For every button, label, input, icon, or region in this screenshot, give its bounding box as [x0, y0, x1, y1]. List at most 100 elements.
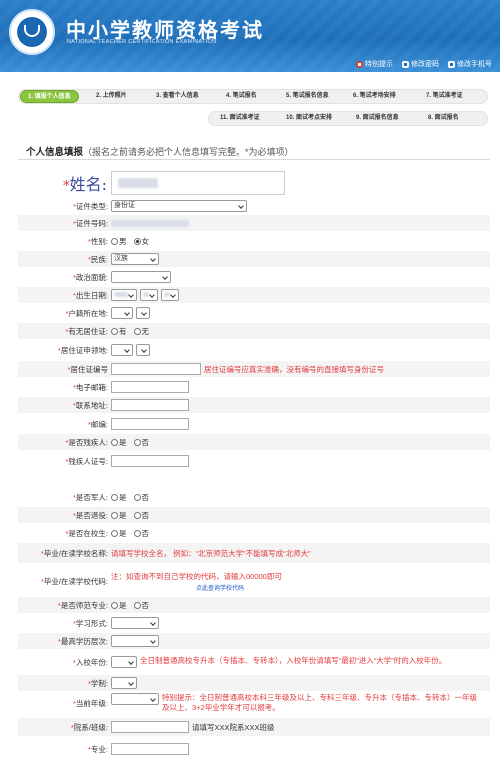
address-field[interactable]	[111, 399, 189, 411]
political-label-text: 政治面貌:	[75, 272, 108, 282]
radio-circle	[133, 327, 141, 335]
address-label: *联系地址:	[18, 400, 111, 411]
residence-permit-label-text: 有无居住证:	[68, 326, 108, 336]
radio-circle-checked	[133, 237, 141, 245]
birth-year-select[interactable]	[111, 289, 137, 301]
study-form-select[interactable]	[111, 617, 159, 629]
gender-female-radio[interactable]: 女	[133, 236, 149, 247]
id-type-label: *证件类型:	[18, 201, 111, 212]
email-field[interactable]	[111, 381, 189, 393]
birth-label: *出生日期:	[18, 290, 111, 301]
education-label: *最高学历层次:	[18, 636, 111, 647]
retired-no-radio[interactable]: 否	[133, 510, 150, 521]
id-type-label-text: 证件类型:	[75, 201, 108, 211]
military-no-radio[interactable]: 否	[133, 492, 149, 503]
normal-major-no-radio[interactable]: 否	[133, 600, 149, 611]
normal-major-yes-radio[interactable]: 是	[111, 600, 127, 611]
system-select[interactable]	[111, 677, 137, 689]
retired-label: *是否退役:	[18, 510, 111, 521]
major-input[interactable]	[111, 743, 189, 755]
disabled-number-label-text: 残疾人证号:	[68, 456, 108, 466]
step-interview-info[interactable]: 9. 面试报名信息	[356, 112, 399, 125]
step-written-venue[interactable]: 6. 笔试考场安排	[353, 90, 396, 103]
step-interview-register[interactable]: 8. 面试报名	[428, 112, 459, 125]
ethnic-label-text: 民族:	[90, 254, 108, 264]
gender-male-radio[interactable]: 男	[111, 236, 127, 247]
residence-number-label: *居住证编号	[18, 364, 111, 375]
student-no-radio[interactable]: 否	[133, 528, 150, 539]
ethnic-label: *民族:	[18, 254, 111, 265]
school-name-label-text: 毕业/在读学校名称:	[43, 548, 108, 558]
residence-yes-label: 有	[119, 326, 127, 336]
student-yes-radio[interactable]: 是	[111, 528, 127, 539]
school-code-hint: 注：如查询不到自己学校的代码，请输入00000即可	[111, 571, 282, 581]
step-written-ticket[interactable]: 7. 笔试准考证	[426, 90, 463, 103]
divider	[18, 159, 490, 160]
email-row: *电子邮箱:	[18, 379, 490, 395]
school-name-row: *毕业/在读学校名称: 请填写学校全名， 例如：“北京师范大学”不能填写成“北师…	[18, 543, 490, 563]
postcode-field[interactable]	[111, 418, 189, 430]
birth-month-select[interactable]	[140, 289, 158, 301]
gender-male-label: 男	[119, 236, 127, 246]
disabled-no-radio[interactable]: 否	[133, 437, 149, 448]
residence-city-select[interactable]	[136, 344, 150, 356]
step-view-info[interactable]: 3. 查看个人信息	[156, 90, 199, 103]
disabled-number-input[interactable]	[111, 455, 189, 467]
disabled-yes-radio[interactable]: 是	[111, 437, 127, 448]
retired-yes-label: 是	[119, 510, 127, 520]
normal-major-label-text: 是否师范专业:	[60, 600, 108, 610]
name-field[interactable]	[111, 171, 285, 195]
military-label-text: 是否军人:	[75, 492, 108, 502]
disabled-label: *是否残疾人:	[18, 437, 111, 448]
residence-no-label: 无	[141, 326, 150, 336]
id-number-label-text: 证件号码:	[75, 218, 108, 228]
disabled-number-row: *残疾人证号:	[18, 453, 490, 469]
student-no-label: 否	[141, 528, 150, 538]
education-select[interactable]	[111, 635, 159, 647]
change-password-label: 修改密码	[411, 61, 439, 68]
residence-province-select[interactable]	[111, 344, 133, 356]
grade-label: *当前年级:	[18, 698, 111, 709]
step-fill-info[interactable]: 1. 填报个人信息	[20, 90, 79, 103]
step-interview-ticket[interactable]: 11. 面试准考证	[220, 112, 260, 125]
political-row: *政治面貌:	[18, 269, 490, 285]
change-password-link[interactable]: 修改密码	[402, 59, 439, 69]
radio-circle	[133, 529, 141, 537]
postcode-label-text: 邮编:	[90, 419, 108, 429]
grade-select[interactable]	[111, 693, 159, 705]
change-phone-link[interactable]: 修改手机号	[448, 59, 492, 69]
department-input[interactable]	[111, 721, 189, 733]
ethnic-select[interactable]: 汉族	[111, 253, 159, 265]
residence-yes-radio[interactable]: 有	[111, 326, 127, 337]
department-row: *院系/班级: 请填写XXX院系XXX班级	[18, 718, 490, 736]
special-notice-link[interactable]: 特别提示	[356, 59, 393, 69]
political-select[interactable]	[111, 271, 171, 283]
birth-day-select[interactable]	[161, 289, 179, 301]
enroll-year-row: *入校年份: 全日制普通高校专升本（专插本、专转本），入校年份请填写“最初”进入…	[18, 651, 490, 673]
birth-row: *出生日期:	[18, 287, 490, 303]
enroll-year-hint: 全日制普通高校专升本（专插本、专转本），入校年份请填写“最初”进入“大学”时的入…	[140, 656, 447, 665]
step-interview-venue[interactable]: 10. 面试考点安排	[286, 112, 332, 125]
residence-number-input[interactable]	[111, 363, 201, 375]
step-written-register[interactable]: 4. 笔试报名	[226, 90, 257, 103]
radio-circle	[111, 511, 118, 519]
id-type-row: *证件类型: 身份证	[18, 198, 490, 214]
section-heading: 个人信息填报（报名之前请务必把个人信息填写完整。*为必填项）	[26, 144, 294, 158]
step-written-info[interactable]: 5. 笔试报名信息	[286, 90, 329, 103]
military-yes-radio[interactable]: 是	[111, 492, 127, 503]
hukou-city-select[interactable]	[136, 307, 150, 319]
residence-permit-row: *有无居住证: 有 无	[18, 323, 490, 339]
id-type-select[interactable]: 身份证	[111, 200, 247, 212]
political-label: *政治面貌:	[18, 272, 111, 283]
school-code-query-link[interactable]: 点此查询学校代码	[196, 583, 244, 592]
step-upload-photo[interactable]: 2. 上传照片	[96, 90, 127, 103]
phone-icon	[448, 60, 455, 68]
alert-icon	[356, 60, 363, 68]
retired-no-label: 否	[141, 510, 150, 520]
retired-yes-radio[interactable]: 是	[111, 510, 127, 521]
residence-place-label-text: 居住证申领地:	[60, 345, 108, 355]
enroll-year-select[interactable]	[111, 656, 137, 668]
residence-no-radio[interactable]: 无	[133, 326, 150, 337]
email-label: *电子邮箱:	[18, 382, 111, 393]
hukou-province-select[interactable]	[111, 307, 133, 319]
